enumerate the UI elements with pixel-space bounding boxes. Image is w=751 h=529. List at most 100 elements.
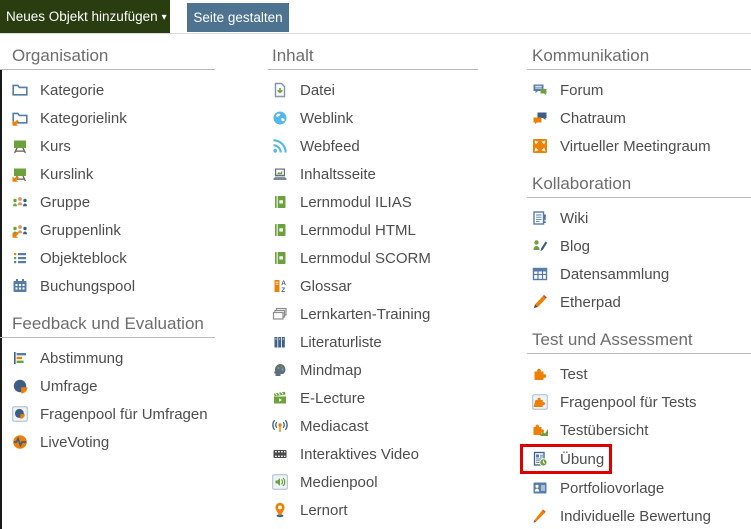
menu-item-e-lecture[interactable]: E-Lecture	[268, 384, 478, 412]
menu-column-kommunikation: Kommunikation Forum Chatraum Virtueller Mee…	[520, 34, 751, 529]
menu-item-objekteblock[interactable]: Objekteblock	[0, 244, 215, 272]
menu-item-label: Lernmodul SCORM	[300, 249, 431, 267]
menu-item-label: Etherpad	[560, 293, 621, 311]
menu-item-umfrage[interactable]: Umfrage	[0, 372, 215, 400]
menu-item-chatraum[interactable]: Chatraum	[527, 104, 751, 132]
menu-item-label: Fragenpool für Umfragen	[40, 405, 208, 423]
menu-item-label: Lernmodul HTML	[300, 221, 416, 239]
menu-item-portfoliovorlage[interactable]: Portfoliovorlage	[527, 474, 751, 502]
glossary-icon: AZ	[272, 278, 288, 294]
menu-item-mindmap[interactable]: Mindmap	[268, 356, 478, 384]
menu-item-label: Inhaltsseite	[300, 165, 376, 183]
design-page-button[interactable]: Seite gestalten	[187, 3, 289, 32]
menu-item-medienpool[interactable]: Medienpool	[268, 468, 478, 496]
menu-item-label: Datei	[300, 81, 336, 99]
menu-item-label: Testübersicht	[560, 421, 649, 439]
menu-item-lernort[interactable]: Lernort	[268, 496, 478, 524]
forum-icon	[532, 82, 548, 98]
add-new-object-button[interactable]: Neues Objekt hinzufügen ▾	[0, 0, 170, 33]
svg-text:!: !	[543, 214, 547, 226]
menu-item-livevoting[interactable]: LiveVoting	[0, 428, 215, 456]
menu-item-buchungspool[interactable]: Buchungspool	[0, 272, 215, 300]
menu-item-label: Kurs	[40, 137, 71, 155]
etherpad-icon	[532, 294, 548, 310]
course-link-icon	[12, 166, 28, 182]
meeting-room-icon	[532, 138, 548, 154]
menu-section-kollaboration: Kollaboration! Wiki Blog Datensammlung Ether…	[527, 162, 751, 316]
menu-item-wiki[interactable]: ! Wiki	[527, 204, 751, 232]
menu-item-lernmodul-html[interactable]: Lernmodul HTML	[268, 216, 478, 244]
menu-item-kurs[interactable]: Kurs	[0, 132, 215, 160]
course-icon	[12, 138, 28, 154]
menu-item-gruppe[interactable]: Gruppe	[0, 188, 215, 216]
menu-item-label: Lernort	[300, 501, 348, 519]
menu-item-label: Gruppenlink	[40, 221, 121, 239]
flashcard-training-icon	[272, 306, 288, 322]
menu-item-weblink[interactable]: Weblink	[268, 104, 478, 132]
menu-item-lernkarten-training[interactable]: Lernkarten-Training	[268, 300, 478, 328]
bibliography-icon	[272, 334, 288, 350]
section-title: Inhalt	[268, 34, 478, 70]
menu-item-webfeed[interactable]: Webfeed	[268, 132, 478, 160]
menu-item-label: Virtueller Meetingraum	[560, 137, 711, 155]
menu-item-label: Individuelle Bewertung	[560, 507, 711, 525]
menu-section-kommunikation: Kommunikation Forum Chatraum Virtueller Mee…	[527, 34, 751, 160]
webfeed-icon	[272, 138, 288, 154]
poll-icon	[12, 350, 28, 366]
menu-item-label: Fragenpool für Tests	[560, 393, 697, 411]
menu-item-literaturliste[interactable]: Literaturliste	[268, 328, 478, 356]
menu-item-testuebersicht[interactable]: Testübersicht	[527, 416, 751, 444]
group-link-icon	[12, 222, 28, 238]
menu-item-fragenpool-fuer-tests[interactable]: Fragenpool für Tests	[527, 388, 751, 416]
menu-item-individuelle-bewertung[interactable]: Individuelle Bewertung	[527, 502, 751, 529]
menu-item-datei[interactable]: Datei	[268, 76, 478, 104]
category-link-icon	[12, 110, 28, 126]
wiki-icon: !	[532, 210, 548, 226]
menu-item-label: Medienpool	[300, 473, 378, 491]
learning-location-icon	[272, 502, 288, 518]
menu-item-label: Webfeed	[300, 137, 360, 155]
menu-item-label: Test	[560, 365, 588, 383]
menu-item-glossar[interactable]: A Z Glossar	[268, 272, 478, 300]
menu-item-kurslink[interactable]: Kurslink	[0, 160, 215, 188]
menu-item-kategorielink[interactable]: Kategorielink	[0, 104, 215, 132]
menu-item-label: Portfoliovorlage	[560, 479, 665, 497]
menu-item-fragenpool-fuer-umfragen[interactable]: Fragenpool für Umfragen	[0, 400, 215, 428]
e-lecture-icon	[272, 390, 288, 406]
svg-text:Z: Z	[281, 287, 285, 294]
menu-item-datensammlung[interactable]: Datensammlung	[527, 260, 751, 288]
content-page-icon	[272, 166, 288, 182]
menu-item-forum[interactable]: Forum	[527, 76, 751, 104]
test-question-pool-icon	[532, 394, 548, 410]
menu-item-label: Mindmap	[300, 361, 362, 379]
menu-item-label: Literaturliste	[300, 333, 382, 351]
test-icon	[532, 366, 548, 382]
section-title: Test und Assessment	[527, 318, 751, 354]
interactive-video-icon	[272, 446, 288, 462]
menu-item-lernmodul-scorm[interactable]: Lernmodul SCORM	[268, 244, 478, 272]
menu-item-label: Lernmodul ILIAS	[300, 193, 412, 211]
menu-column-inhalt: Inhalt Datei Weblink Webfeed Inhaltsseite Ler…	[268, 34, 478, 524]
menu-item-test[interactable]: Test	[527, 360, 751, 388]
menu-item-label: Lernkarten-Training	[300, 305, 431, 323]
menu-item-inhaltsseite[interactable]: Inhaltsseite	[268, 160, 478, 188]
menu-item-label: Kurslink	[40, 165, 94, 183]
learning-module-scorm-icon	[272, 250, 288, 266]
menu-item-interaktives-video[interactable]: Interaktives Video	[268, 440, 478, 468]
menu-section-test-und-assessment: Test und Assessment Test Fragenpool für Te…	[520, 318, 751, 529]
blog-icon	[532, 238, 548, 254]
mediacast-icon	[272, 418, 288, 434]
group-icon	[12, 194, 28, 210]
menu-item-lernmodul-ilias[interactable]: Lernmodul ILIAS	[268, 188, 478, 216]
caret-down-icon: ▾	[161, 12, 167, 23]
file-icon	[272, 82, 288, 98]
menu-item-mediacast[interactable]: Mediacast	[268, 412, 478, 440]
menu-item-abstimmung[interactable]: Abstimmung	[0, 344, 215, 372]
menu-item-etherpad[interactable]: Etherpad	[527, 288, 751, 316]
menu-item-gruppenlink[interactable]: Gruppenlink	[0, 216, 215, 244]
menu-item-blog[interactable]: Blog	[527, 232, 751, 260]
menu-item-virtueller-meetingraum[interactable]: Virtueller Meetingraum	[527, 132, 751, 160]
menu-item-uebung[interactable]: Übung	[520, 444, 613, 474]
menu-item-kategorie[interactable]: Kategorie	[0, 76, 215, 104]
add-new-object-label: Neues Objekt hinzufügen	[6, 9, 158, 24]
